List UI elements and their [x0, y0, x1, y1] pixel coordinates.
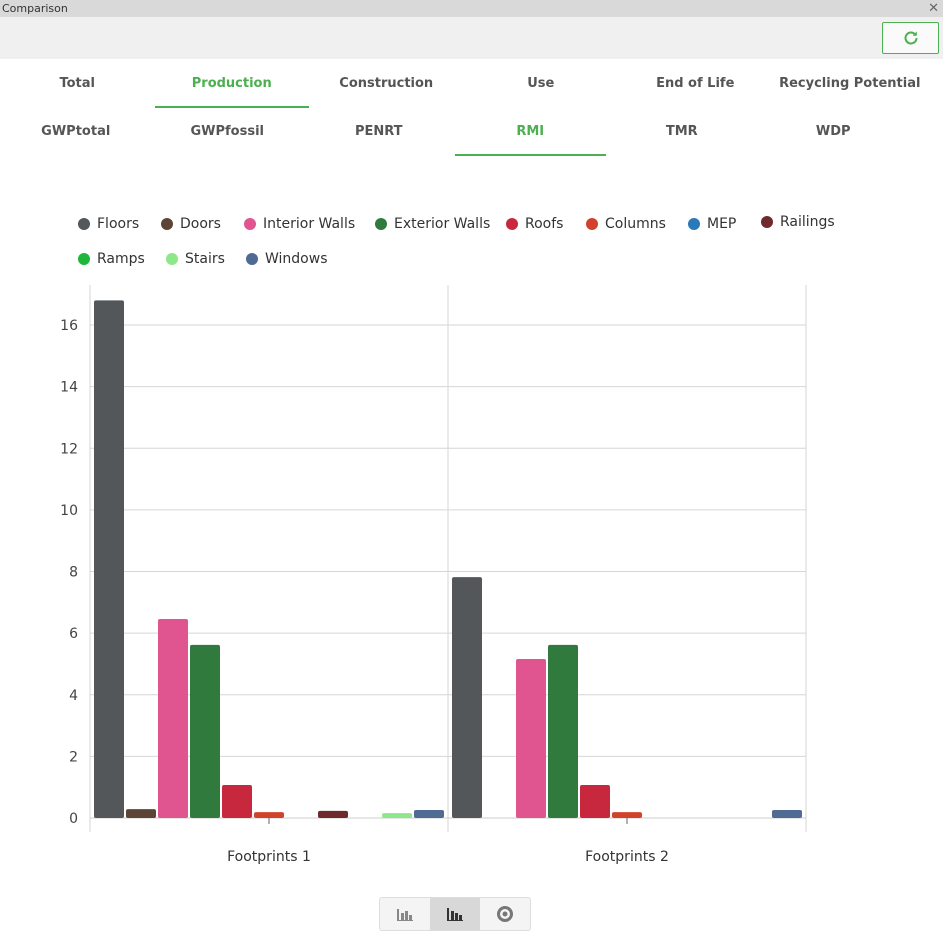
- bar-windows: [772, 809, 802, 818]
- donut-button[interactable]: [480, 898, 530, 930]
- x-tick-label: Footprints 1: [227, 849, 311, 865]
- bar-columns: [254, 812, 284, 818]
- y-tick-label: 16: [60, 318, 78, 334]
- stacked-bar-button[interactable]: [380, 898, 430, 930]
- y-tick-label: 10: [60, 503, 78, 519]
- y-tick-label: 6: [69, 626, 78, 642]
- bar-stairs: [382, 813, 412, 818]
- bar-floors: [452, 577, 482, 818]
- chart-type-switch: [379, 897, 531, 931]
- x-tick-label: Footprints 2: [585, 849, 669, 865]
- grouped-bar-icon: [447, 908, 463, 921]
- y-tick-label: 0: [69, 811, 78, 827]
- bar-exterior-walls: [548, 644, 578, 818]
- bar-doors: [126, 809, 156, 818]
- y-tick-label: 4: [69, 688, 78, 704]
- bar-columns: [612, 812, 642, 818]
- grouped-bar-button[interactable]: [430, 898, 480, 930]
- bar-interior-walls: [516, 659, 546, 818]
- bar-interior-walls: [158, 618, 188, 818]
- bar-roofs: [222, 785, 252, 818]
- y-tick-label: 12: [60, 441, 78, 457]
- bar-chart: 0 2 4 6 8 10 12 14 16 Footprints 1 Footprints 2: [60, 285, 807, 865]
- bar-floors: [94, 300, 124, 818]
- stacked-bar-icon: [397, 909, 413, 921]
- bar-roofs: [580, 785, 610, 818]
- donut-icon: [497, 906, 513, 922]
- y-tick-label: 14: [60, 380, 78, 396]
- bar-railings: [318, 810, 348, 818]
- bar-exterior-walls: [190, 644, 220, 818]
- y-tick-label: 8: [69, 565, 78, 581]
- bar-windows: [414, 809, 444, 818]
- y-tick-label: 2: [69, 749, 78, 765]
